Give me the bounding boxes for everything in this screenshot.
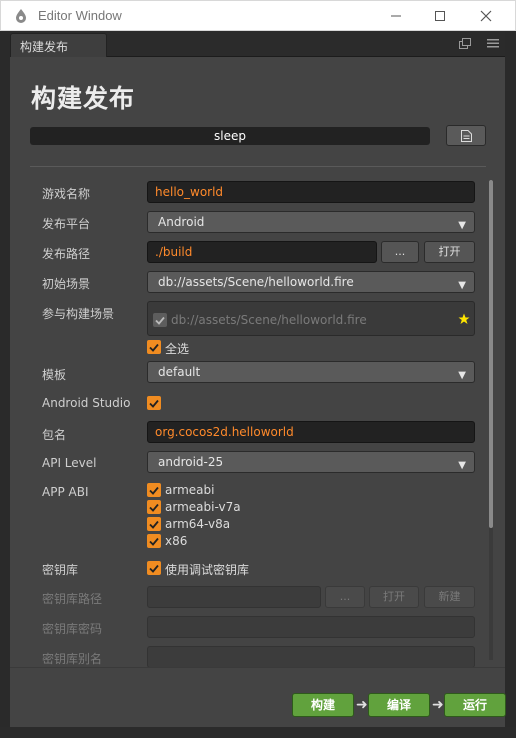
select-all-checkbox[interactable] [147, 340, 161, 354]
package-input[interactable]: org.cocos2d.helloworld [147, 421, 475, 443]
api-level-value: android-25 [158, 455, 224, 469]
abi-label-armeabi-v7a: armeabi-v7a [165, 500, 241, 514]
template-value: default [158, 365, 201, 379]
api-level-label: API Level [42, 456, 97, 470]
game-name-input[interactable]: hello_world [147, 181, 475, 203]
run-button[interactable]: 运行 [444, 693, 506, 717]
platform-select[interactable]: Android ▼ [147, 211, 475, 233]
android-studio-checkbox[interactable] [147, 396, 161, 410]
package-label: 包名 [42, 428, 67, 442]
check-icon [149, 343, 159, 352]
check-icon [155, 316, 165, 325]
build-path-label: 发布路径 [42, 247, 91, 261]
minimize-icon [391, 15, 401, 17]
dropdown-arrow-icon: ▼ [458, 220, 466, 231]
status-bar: sleep [30, 127, 430, 145]
background-left [0, 31, 10, 738]
scene-checkbox[interactable] [153, 313, 167, 327]
start-scene-select[interactable]: db://assets/Scene/helloworld.fire ▼ [147, 271, 475, 293]
platform-label: 发布平台 [42, 217, 91, 231]
keystore-password-label: 密钥库密码 [42, 622, 103, 636]
divider [30, 166, 486, 167]
debug-keystore-label: 使用调试密钥库 [165, 563, 250, 577]
menu-icon[interactable] [487, 38, 499, 48]
scene-item: db://assets/Scene/helloworld.fire [171, 313, 367, 327]
close-button[interactable] [463, 1, 509, 31]
keystore-alias-input[interactable] [147, 646, 475, 668]
build-button[interactable]: 构建 [292, 693, 354, 717]
template-label: 模板 [42, 368, 67, 382]
app-icon [16, 9, 26, 23]
abi-checkbox-arm64-v8a[interactable] [147, 517, 161, 531]
abi-checkbox-armeabi-v7a[interactable] [147, 500, 161, 514]
keystore-path-input[interactable] [147, 586, 321, 608]
check-icon [149, 520, 159, 529]
tab-build-label: 构建发布 [20, 40, 69, 54]
keystore-path-label: 密钥库路径 [42, 592, 103, 606]
abi-label-arm64-v8a: arm64-v8a [165, 517, 231, 531]
arrow-right-icon: ➜ [356, 697, 368, 713]
scene-list: db://assets/Scene/helloworld.fire [147, 301, 475, 336]
maximize-icon [435, 11, 445, 21]
dropdown-arrow-icon: ▼ [458, 280, 466, 291]
tab-build[interactable]: 构建发布 [10, 33, 107, 57]
popout-icon[interactable] [459, 38, 471, 49]
check-icon [149, 564, 159, 573]
document-icon [461, 130, 472, 142]
keystore-password-input[interactable] [147, 616, 475, 638]
page-title: 构建发布 [31, 84, 136, 113]
check-icon [149, 399, 159, 408]
app-abi-label: APP ABI [42, 485, 89, 499]
abi-checkbox-armeabi[interactable] [147, 483, 161, 497]
platform-value: Android [158, 215, 205, 229]
build-path-browse-button[interactable]: ... [381, 241, 419, 263]
background-right [505, 31, 516, 738]
abi-checkbox-x86[interactable] [147, 534, 161, 548]
dropdown-arrow-icon: ▼ [458, 460, 466, 471]
build-path-input[interactable]: ./build [147, 241, 377, 263]
abi-label-armeabi: armeabi [165, 483, 215, 497]
maximize-button[interactable] [417, 1, 463, 31]
dropdown-arrow-icon: ▼ [458, 370, 466, 381]
template-select[interactable]: default ▼ [147, 361, 475, 383]
arrow-right-icon: ➜ [432, 697, 444, 713]
star-icon [458, 313, 470, 324]
keystore-alias-label: 密钥库别名 [42, 652, 103, 666]
keystore-new-button[interactable]: 新建 [424, 586, 475, 608]
android-studio-label: Android Studio [42, 396, 131, 410]
minimize-button[interactable] [373, 1, 419, 31]
check-icon [149, 537, 159, 546]
keystore-browse-button[interactable]: ... [325, 586, 365, 608]
bottom-strip [0, 727, 516, 738]
api-level-select[interactable]: android-25 ▼ [147, 451, 475, 473]
log-button[interactable] [446, 125, 486, 146]
check-icon [149, 503, 159, 512]
start-scene-value: db://assets/Scene/helloworld.fire [158, 275, 354, 289]
build-path-open-button[interactable]: 打开 [424, 241, 475, 263]
scenes-label: 参与构建场景 [42, 307, 115, 321]
select-all-label: 全选 [165, 342, 190, 356]
scrollbar-thumb[interactable] [489, 180, 493, 528]
close-icon [480, 10, 492, 22]
window-titlebar: Editor Window [0, 0, 516, 31]
footer-divider [10, 667, 505, 668]
abi-label-x86: x86 [165, 534, 188, 548]
window-title: Editor Window [38, 8, 122, 23]
game-name-label: 游戏名称 [42, 187, 91, 201]
compile-button[interactable]: 编译 [368, 693, 430, 717]
keystore-open-button[interactable]: 打开 [369, 586, 419, 608]
debug-keystore-checkbox[interactable] [147, 561, 161, 575]
check-icon [149, 486, 159, 495]
start-scene-label: 初始场景 [42, 277, 91, 291]
keystore-label: 密钥库 [42, 563, 79, 577]
